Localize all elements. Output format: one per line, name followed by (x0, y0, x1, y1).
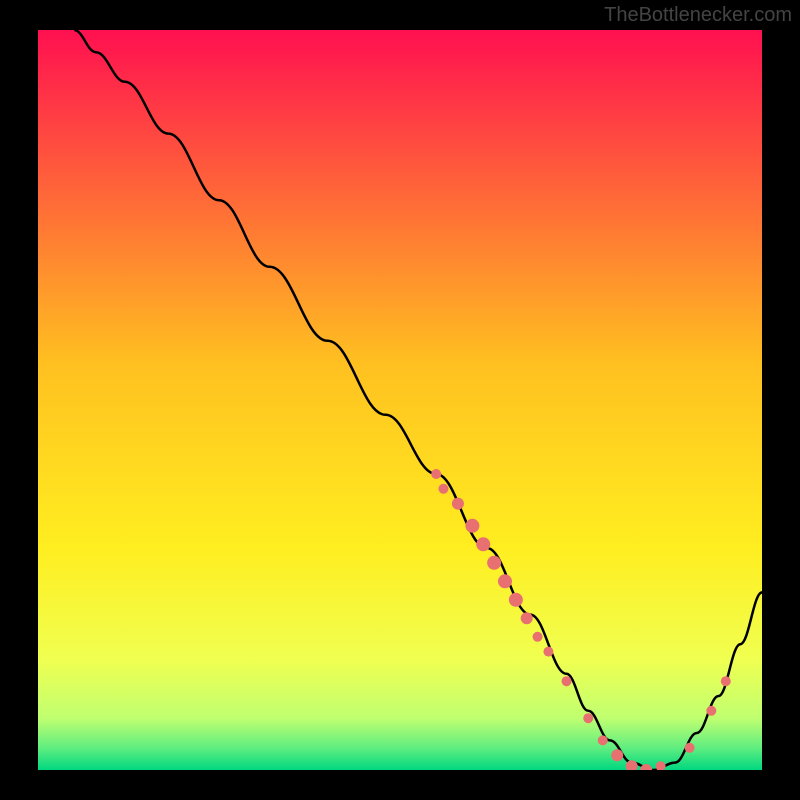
data-marker (685, 743, 695, 753)
watermark-text: TheBottlenecker.com (604, 4, 792, 27)
chart-plot-area (38, 30, 762, 770)
data-marker (583, 713, 593, 723)
data-marker (438, 484, 448, 494)
data-marker (656, 761, 666, 770)
data-marker (611, 749, 623, 761)
data-marker (476, 537, 490, 551)
data-marker (598, 735, 608, 745)
data-marker (487, 556, 501, 570)
data-marker (465, 519, 479, 533)
chart-svg (38, 30, 762, 770)
data-markers (431, 469, 731, 770)
data-marker (706, 706, 716, 716)
data-marker (521, 612, 533, 624)
bottleneck-curve (74, 30, 762, 770)
data-marker (431, 469, 441, 479)
data-marker (721, 676, 731, 686)
data-marker (498, 574, 512, 588)
data-marker (452, 498, 464, 510)
data-marker (533, 632, 543, 642)
data-marker (509, 593, 523, 607)
data-marker (562, 676, 572, 686)
data-marker (543, 647, 553, 657)
